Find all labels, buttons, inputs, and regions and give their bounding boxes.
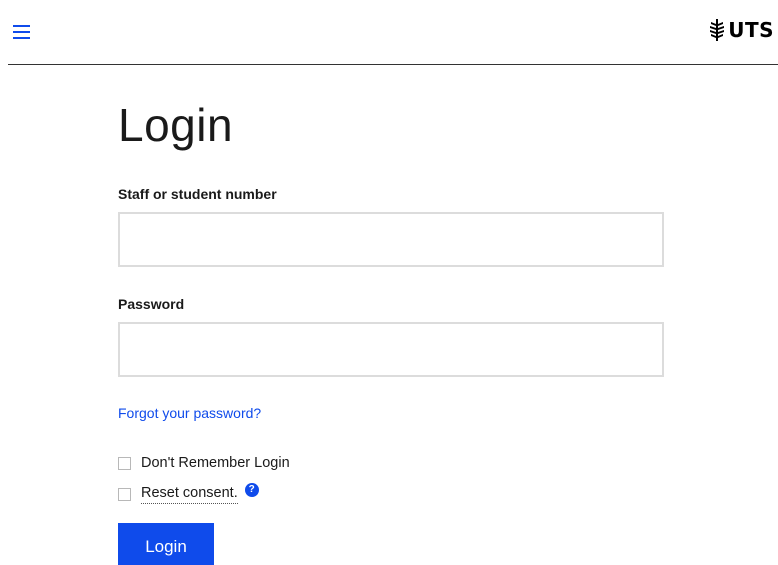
- uts-crest-icon: [710, 19, 725, 41]
- username-label: Staff or student number: [118, 186, 277, 202]
- login-form: Login Staff or student number Password F…: [118, 95, 664, 565]
- username-input[interactable]: [118, 212, 664, 267]
- logo-text: UTS: [728, 18, 774, 42]
- uts-logo[interactable]: UTS: [709, 18, 774, 42]
- password-input[interactable]: [118, 322, 664, 377]
- remember-login-row: Don't Remember Login: [118, 455, 290, 471]
- reset-consent-checkbox[interactable]: [118, 488, 131, 501]
- site-header: UTS: [8, 0, 778, 65]
- hamburger-menu-icon[interactable]: [13, 24, 30, 40]
- remember-login-checkbox[interactable]: [118, 456, 131, 470]
- login-page: UTS Login Staff or student number Passwo…: [0, 0, 778, 565]
- remember-login-label[interactable]: Don't Remember Login: [141, 455, 290, 471]
- password-label: Password: [118, 296, 185, 312]
- page-title: Login: [118, 99, 234, 151]
- forgot-password-link[interactable]: Forgot your password?: [118, 405, 261, 421]
- reset-consent-label[interactable]: Reset consent.: [141, 485, 238, 504]
- reset-consent-row: Reset consent. ?: [118, 482, 259, 504]
- login-button[interactable]: Login: [118, 523, 214, 565]
- help-icon[interactable]: ?: [244, 482, 259, 497]
